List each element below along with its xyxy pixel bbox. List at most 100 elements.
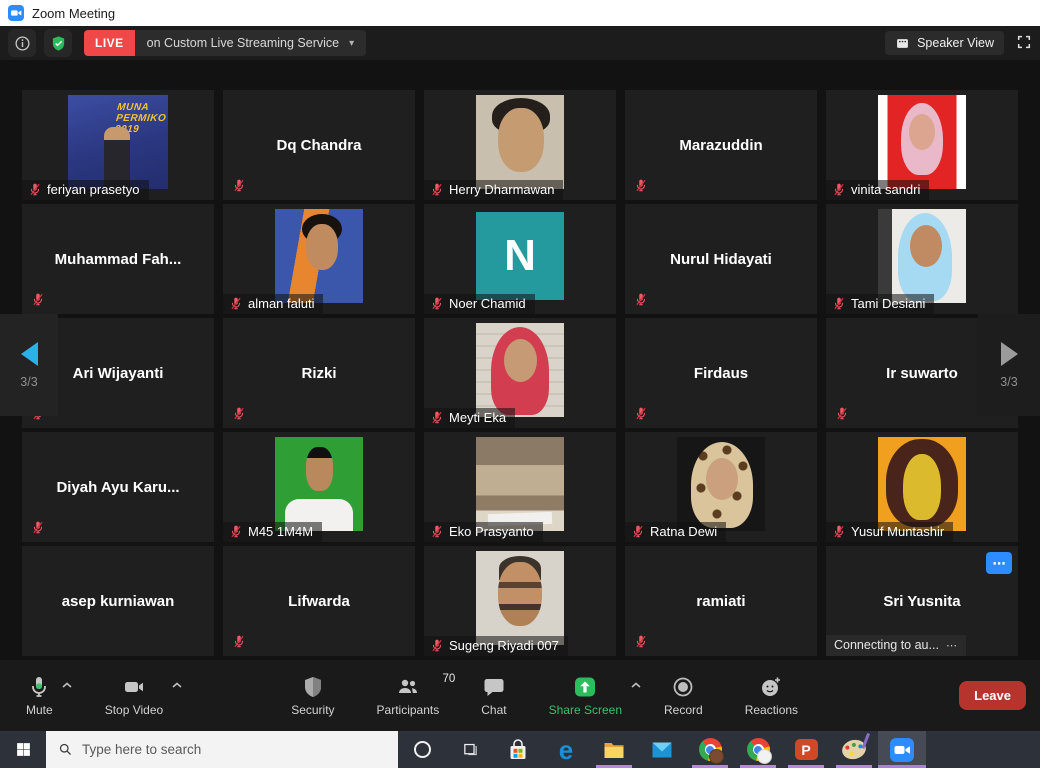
participant-tile[interactable]: asep kurniawan — [22, 546, 214, 656]
participant-tile[interactable]: Dq Chandra — [223, 90, 415, 200]
chrome-icon — [699, 738, 722, 761]
participant-tile[interactable]: M45 1M4M — [223, 432, 415, 542]
participant-name: Diyah Ayu Karu... — [22, 432, 214, 542]
reactions-smiley-icon — [759, 675, 783, 699]
muted-mic-icon — [832, 182, 846, 197]
taskbar-app-microsoft-edge[interactable]: e — [542, 731, 590, 768]
participant-tile[interactable]: MUNAPERMIKO2019 feriyan prasetyo — [22, 90, 214, 200]
participant-tile[interactable]: Ratna Dewi — [625, 432, 817, 542]
taskbar-app-file-explorer[interactable] — [590, 731, 638, 768]
participant-name: M45 1M4M — [248, 524, 313, 539]
mute-button[interactable]: Mute — [26, 675, 53, 717]
taskbar-search-input[interactable] — [82, 742, 386, 757]
participants-button[interactable]: 70 Participants — [377, 675, 440, 717]
participant-name-tag: Yusuf Muntashir — [826, 522, 953, 542]
participant-name: asep kurniawan — [22, 546, 214, 656]
participant-name-tag: Tami Desiani — [826, 294, 934, 314]
participant-name: Muhammad Fah... — [22, 204, 214, 314]
more-options-button[interactable]: ⋯ — [986, 552, 1012, 574]
more-icon: ⋯ — [946, 639, 957, 652]
participant-tile[interactable]: Firdaus — [625, 318, 817, 428]
mute-label: Mute — [26, 703, 53, 717]
taskbar-app-zoom[interactable] — [878, 731, 926, 768]
taskbar-search-box[interactable] — [46, 731, 398, 768]
next-page-arrow-icon — [1001, 342, 1018, 366]
stop-video-label: Stop Video — [105, 703, 164, 717]
microphone-icon — [27, 675, 51, 699]
video-options-chevron-icon[interactable] — [171, 681, 183, 689]
chrome-profile-avatar — [757, 749, 772, 764]
next-page-button[interactable]: 3/3 — [978, 314, 1040, 416]
participant-tile[interactable]: Diyah Ayu Karu... — [22, 432, 214, 542]
participant-tile[interactable]: Sri YusnitaConnecting to au...⋯⋯ — [826, 546, 1018, 656]
speaker-view-label: Speaker View — [917, 36, 994, 50]
meeting-info-button[interactable] — [8, 29, 36, 57]
participant-tile[interactable]: ramiati — [625, 546, 817, 656]
participant-tile[interactable]: Tami Desiani — [826, 204, 1018, 314]
fullscreen-button[interactable] — [1016, 34, 1032, 53]
share-options-chevron-icon[interactable] — [630, 681, 642, 689]
participant-name: Noer Chamid — [449, 296, 526, 311]
muted-mic-icon — [229, 524, 243, 539]
participant-tile[interactable]: alman faluti — [223, 204, 415, 314]
participant-name: Meyti Eka — [449, 410, 506, 425]
security-shield-icon — [301, 675, 325, 699]
muted-mic-icon — [31, 292, 45, 307]
record-button[interactable]: Record — [664, 675, 703, 717]
meeting-toolbar: LIVE on Custom Live Streaming Service ▾ … — [0, 26, 1040, 60]
gallery-view-icon — [895, 37, 910, 50]
speaker-view-button[interactable]: Speaker View — [885, 31, 1004, 55]
participant-tile[interactable]: Marazuddin — [625, 90, 817, 200]
taskbar-app-microsoft-store[interactable] — [494, 731, 542, 768]
participant-tile[interactable]: vinita sandri — [826, 90, 1018, 200]
participant-tile[interactable]: Muhammad Fah... — [22, 204, 214, 314]
participant-name: Sugeng Riyadi 007 — [449, 638, 559, 653]
participant-tile[interactable]: Yusuf Muntashir — [826, 432, 1018, 542]
muted-mic-icon — [634, 406, 648, 421]
chrome-profile-avatar — [709, 749, 724, 764]
security-label: Security — [291, 703, 334, 717]
mute-options-chevron-icon[interactable] — [61, 681, 73, 689]
edge-icon: e — [559, 737, 573, 763]
participant-tile[interactable]: Lifwarda — [223, 546, 415, 656]
task-view-button[interactable] — [446, 731, 494, 768]
participant-name: Eko Prasyanto — [449, 524, 534, 539]
meeting-controls-bar: Mute Stop Video Security 70 Pa — [0, 660, 1040, 731]
windows-logo-icon — [15, 741, 32, 758]
participant-avatar — [476, 323, 564, 417]
participant-name-tag: Sugeng Riyadi 007 — [424, 636, 568, 656]
participant-name: Firdaus — [625, 318, 817, 428]
reactions-button[interactable]: Reactions — [745, 675, 798, 717]
participant-tile[interactable]: Nurul Hidayati — [625, 204, 817, 314]
chat-label: Chat — [481, 703, 506, 717]
page-indicator: 3/3 — [20, 375, 37, 389]
leave-button[interactable]: Leave — [959, 681, 1026, 710]
chat-button[interactable]: Chat — [481, 675, 506, 717]
muted-mic-icon — [634, 292, 648, 307]
start-button[interactable] — [0, 731, 46, 768]
share-screen-button[interactable]: Share Screen — [549, 675, 622, 717]
taskbar-app-chrome-profile-2[interactable] — [734, 731, 782, 768]
cortana-button[interactable] — [398, 731, 446, 768]
participant-avatar: MUNAPERMIKO2019 — [68, 95, 168, 189]
participant-tile[interactable]: Sugeng Riyadi 007 — [424, 546, 616, 656]
security-button[interactable]: Security — [291, 675, 334, 717]
participant-name-tag: alman faluti — [223, 294, 323, 314]
taskbar-app-mail[interactable] — [638, 731, 686, 768]
participant-tile[interactable]: N Noer Chamid — [424, 204, 616, 314]
participant-tile[interactable]: Rizki — [223, 318, 415, 428]
taskbar-app-chrome-profile-1[interactable] — [686, 731, 734, 768]
participant-avatar — [476, 437, 564, 531]
muted-mic-icon — [631, 524, 645, 539]
encryption-shield-button[interactable] — [44, 29, 72, 57]
participant-tile[interactable]: Meyti Eka — [424, 318, 616, 428]
previous-page-button[interactable]: 3/3 — [0, 314, 58, 416]
taskbar-app-paint-3d[interactable] — [830, 731, 878, 768]
participant-name: alman faluti — [248, 296, 314, 311]
participant-tile[interactable]: Eko Prasyanto — [424, 432, 616, 542]
stop-video-button[interactable]: Stop Video — [105, 675, 164, 717]
banner-text: MUNAPERMIKO2019 — [114, 102, 168, 135]
live-stream-menu[interactable]: on Custom Live Streaming Service ▾ — [135, 30, 366, 56]
participant-tile[interactable]: Herry Dharmawan — [424, 90, 616, 200]
taskbar-app-powerpoint[interactable]: P — [782, 731, 830, 768]
